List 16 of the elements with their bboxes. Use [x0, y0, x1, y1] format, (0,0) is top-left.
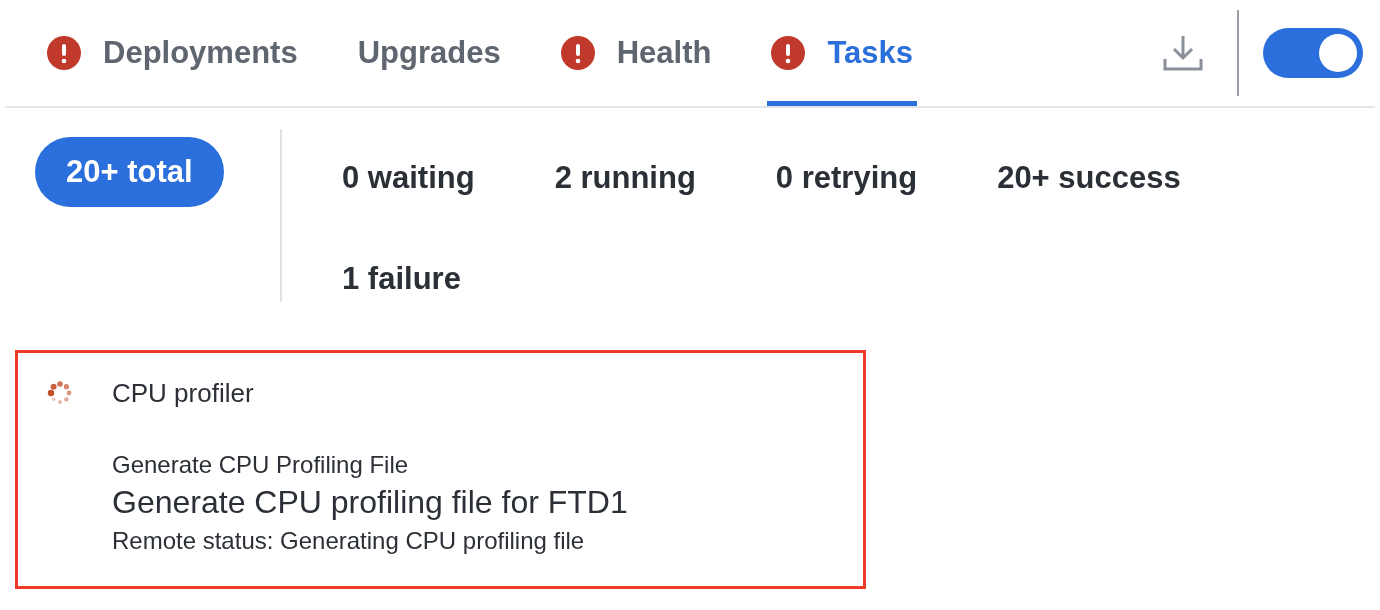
tab[interactable]: Health [556, 0, 716, 106]
tab[interactable]: Tasks [767, 0, 917, 106]
filter-button[interactable]: 20+ total [35, 137, 224, 207]
filter-button[interactable]: 20+ success [997, 154, 1181, 201]
task-description: Generate CPU profiling file for FTD1 [112, 483, 628, 522]
task-name: CPU profiler [112, 377, 255, 410]
task-action: Generate CPU Profiling File [112, 450, 410, 480]
tab[interactable]: Deployments [43, 0, 302, 106]
filter-button[interactable]: 0 retrying [775, 154, 918, 201]
tab[interactable]: Upgrades [353, 0, 505, 106]
filter-button[interactable]: 1 failure [342, 255, 461, 302]
filter-button[interactable]: 0 waiting [342, 154, 475, 201]
remote-status: Remote status: Generating CPU profiling file [112, 526, 586, 556]
toggle-switch[interactable] [1263, 28, 1363, 78]
download-icon[interactable] [1162, 33, 1204, 73]
filter-button[interactable]: 2 running [554, 154, 696, 201]
